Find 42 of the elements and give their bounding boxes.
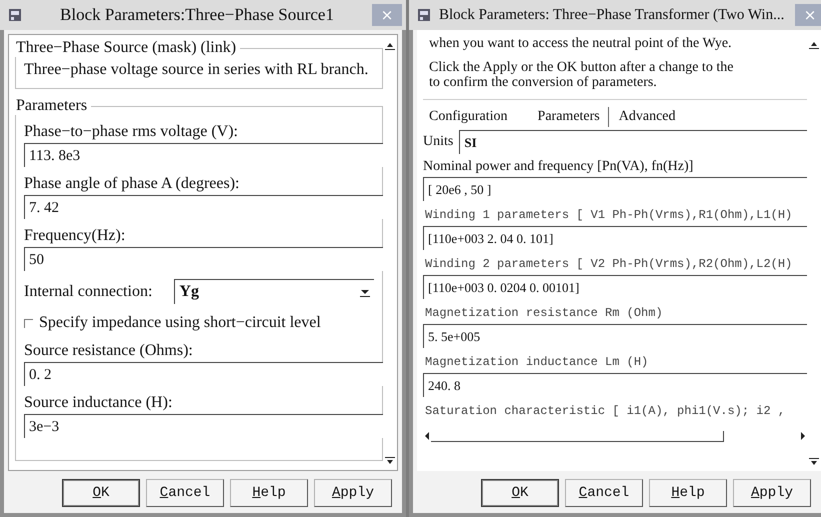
input-field[interactable]: 113. 8e3 bbox=[24, 143, 383, 167]
field-label: Internal connection: bbox=[24, 282, 152, 302]
dialog-button[interactable]: Help bbox=[230, 479, 308, 507]
field-label: Frequency(Hz): bbox=[24, 226, 126, 246]
dialog-button[interactable]: Apply bbox=[733, 479, 811, 507]
dialog-button[interactable]: Cancel bbox=[565, 479, 643, 507]
field-label: Magnetization inductance Lm (H) bbox=[425, 354, 650, 371]
window-title: Block Parameters:Three−Phase Source1 bbox=[59, 5, 335, 25]
dialog-button[interactable]: Apply bbox=[314, 479, 392, 507]
dialog-button[interactable]: OK bbox=[62, 479, 140, 507]
note-text: Click the Apply or the OK button after a change to the to confirm the conversion of parameters. bbox=[429, 60, 734, 90]
dialog-button[interactable]: OK bbox=[481, 479, 559, 507]
input-field[interactable]: [110e+003 2. 04 0. 101] bbox=[423, 226, 807, 250]
block-description: Three−phase voltage source in series with RL branch. bbox=[24, 60, 370, 80]
input-field[interactable]: [ 20e6 , 50 ] bbox=[423, 177, 807, 201]
field-label: Winding 1 parameters [ V1 Ph-Ph(Vrms),R1(Ohm),L1(H) bbox=[425, 207, 794, 224]
field-label: Saturation characteristic [ i1(A), phi1(V.s); i2 , bbox=[425, 403, 786, 420]
field-label: Magnetization resistance Rm (Ohm) bbox=[425, 305, 664, 322]
checkbox-label: Specify impedance using short−circuit level bbox=[39, 313, 321, 333]
input-field[interactable]: 0. 2 bbox=[24, 362, 383, 386]
field-label: Phase−to−phase rms voltage (V): bbox=[24, 122, 239, 142]
tab[interactable]: Configuration bbox=[427, 107, 518, 127]
field-label: Source inductance (H): bbox=[24, 393, 174, 413]
input-field[interactable]: 50 bbox=[24, 247, 383, 271]
window-title: Block Parameters: Three−Phase Transformer (Two Win... bbox=[439, 6, 786, 24]
input-field[interactable]: 240. 8 bbox=[423, 373, 807, 397]
input-field[interactable]: [110e+003 0. 0204 0. 00101] bbox=[423, 275, 807, 299]
dialog-button[interactable]: Cancel bbox=[146, 479, 224, 507]
dropdown[interactable]: SI bbox=[459, 130, 807, 154]
field-label: Nominal power and frequency [Pn(VA), fn(Hz)] bbox=[423, 158, 694, 176]
input-field[interactable]: 3e−3 bbox=[24, 414, 383, 438]
field-label: Phase angle of phase A (degrees): bbox=[24, 174, 240, 194]
field-label: Units bbox=[423, 133, 454, 151]
field-label: Winding 2 parameters [ V2 Ph-Ph(Vrms),R2(Ohm),L2(H) bbox=[425, 256, 794, 273]
dropdown[interactable]: Yg bbox=[174, 279, 374, 304]
input-field[interactable]: 5. 5e+005 bbox=[423, 324, 807, 348]
tab[interactable]: Advanced bbox=[616, 107, 686, 127]
tab[interactable]: Parameters bbox=[536, 107, 609, 127]
dialog-button[interactable]: Help bbox=[649, 479, 727, 507]
note-text: when you want to access the neutral point of the Wye. bbox=[429, 36, 733, 51]
field-label: Source resistance (Ohms): bbox=[24, 341, 194, 361]
input-field[interactable]: 7. 42 bbox=[24, 195, 383, 219]
